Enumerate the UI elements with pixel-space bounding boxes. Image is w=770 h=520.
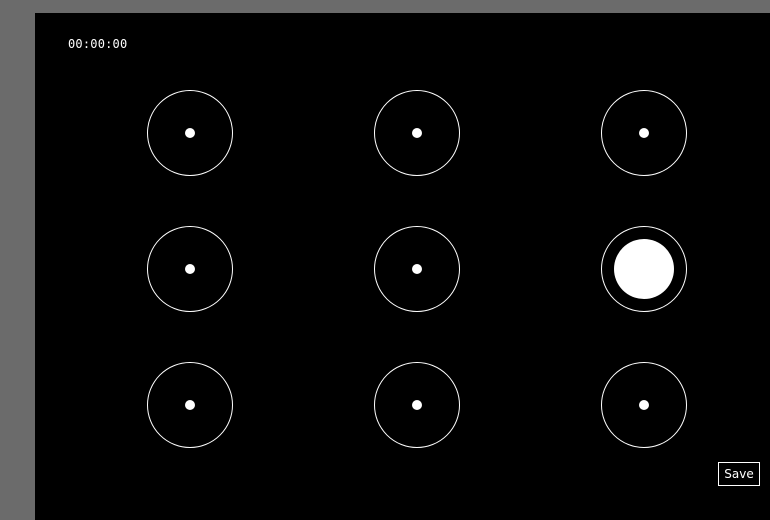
target-dot bbox=[412, 128, 422, 138]
active-target-dot bbox=[614, 239, 674, 299]
target-r3-c2[interactable] bbox=[374, 362, 460, 448]
target-dot bbox=[185, 264, 195, 274]
target-dot bbox=[412, 264, 422, 274]
target-dot bbox=[412, 400, 422, 410]
target-r1-c1[interactable] bbox=[147, 90, 233, 176]
target-dot bbox=[185, 400, 195, 410]
calibration-panel: 00:00:00 Save bbox=[35, 13, 770, 520]
target-r3-c3[interactable] bbox=[601, 362, 687, 448]
target-dot bbox=[185, 128, 195, 138]
target-r2-c3[interactable] bbox=[601, 226, 687, 312]
target-r2-c2[interactable] bbox=[374, 226, 460, 312]
elapsed-timer: 00:00:00 bbox=[68, 37, 128, 51]
target-r1-c2[interactable] bbox=[374, 90, 460, 176]
save-button[interactable]: Save bbox=[718, 462, 760, 486]
target-dot bbox=[639, 400, 649, 410]
target-r3-c1[interactable] bbox=[147, 362, 233, 448]
target-r1-c3[interactable] bbox=[601, 90, 687, 176]
target-dot bbox=[639, 128, 649, 138]
target-r2-c1[interactable] bbox=[147, 226, 233, 312]
